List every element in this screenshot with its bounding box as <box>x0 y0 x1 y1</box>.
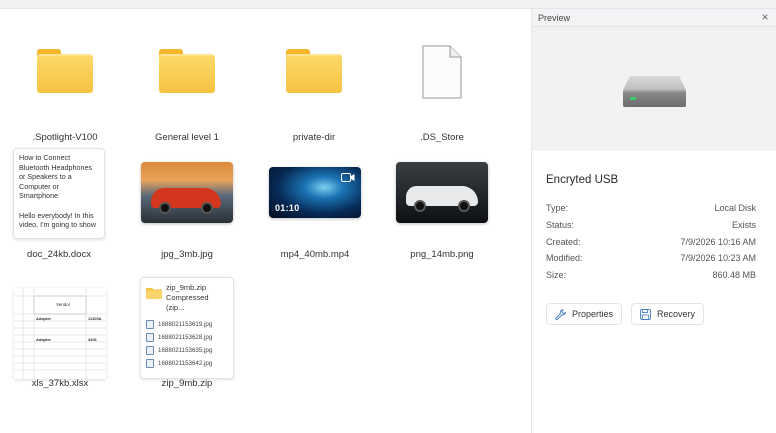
property-modified: Modified: 7/9/2026 10:23 AM <box>546 253 756 263</box>
image-file-icon <box>146 346 154 355</box>
property-type: Type: Local Disk <box>546 203 756 213</box>
sheet-cell: Adapter <box>36 337 52 342</box>
file-name: png_14mb.png <box>410 249 474 260</box>
archive-entry: 1688021153635.jpg <box>146 346 228 355</box>
device-name: Encryted USB <box>546 174 619 186</box>
property-status: Status: Exists <box>546 220 756 230</box>
property-size: Size: 860.48 MB <box>546 270 756 280</box>
file-name: zip_9mb.zip <box>161 378 213 389</box>
sheet-cell: 11100A <box>88 316 102 321</box>
file-name: xls_37kb.xlsx <box>31 378 89 389</box>
properties-button-label: Properties <box>572 309 614 319</box>
archive-entry: 1688021153619.jpg <box>146 320 228 329</box>
file-tile-png[interactable]: png_14mb.png <box>377 9 507 269</box>
archive-subtitle: Compressed (zip... <box>166 293 209 312</box>
save-icon <box>640 308 651 320</box>
sheet-header: Vendor <box>56 302 71 307</box>
recovery-button[interactable]: Recovery <box>631 303 705 325</box>
sheet-cell: 3401 <box>88 337 97 342</box>
property-created: Created: 7/9/2026 10:16 AM <box>546 237 756 247</box>
zip-folder-icon <box>146 288 162 299</box>
archive-entry: 1688021153628.jpg <box>146 333 228 342</box>
file-name: mp4_40mb.mp4 <box>280 249 350 260</box>
preview-title: Preview <box>538 13 571 23</box>
preview-panel: Preview × Encryted USB Type: Local Disk S… <box>532 9 776 433</box>
archive-title: zip_9mb.zip <box>166 283 207 292</box>
wrench-icon <box>555 308 566 320</box>
properties-button[interactable]: Properties <box>546 303 623 325</box>
preview-image-area <box>532 27 776 151</box>
file-tile-xlsx[interactable]: Vendor Adapter 11100A Adapter 3401 xls_3… <box>0 9 125 399</box>
image-file-icon <box>146 320 154 329</box>
file-tile-zip[interactable]: zip_9mb.zip Compressed (zip... 168802115… <box>122 9 252 399</box>
image-thumbnail <box>396 162 488 223</box>
spreadsheet-preview: Vendor Adapter 11100A Adapter 3401 <box>14 288 106 379</box>
recovery-button-label: Recovery <box>657 309 696 319</box>
archive-preview: zip_9mb.zip Compressed (zip... 168802115… <box>140 277 234 379</box>
top-toolbar-strip <box>0 0 776 9</box>
file-tile-mp4[interactable]: 01:10 mp4_40mb.mp4 <box>250 9 380 269</box>
sheet-cell: Adapter <box>36 316 52 321</box>
video-duration: 01:10 <box>275 203 300 213</box>
archive-entry: 1688021153642.jpg <box>146 359 228 368</box>
video-camera-icon <box>341 173 355 182</box>
image-file-icon <box>146 359 154 368</box>
image-file-icon <box>146 333 154 342</box>
file-grid: .Spotlight-V100 General level 1 private-… <box>0 9 531 433</box>
close-icon[interactable]: × <box>758 10 772 24</box>
drive-icon <box>623 76 686 107</box>
preview-header: Preview × <box>532 9 776 27</box>
video-thumbnail: 01:10 <box>269 167 361 218</box>
